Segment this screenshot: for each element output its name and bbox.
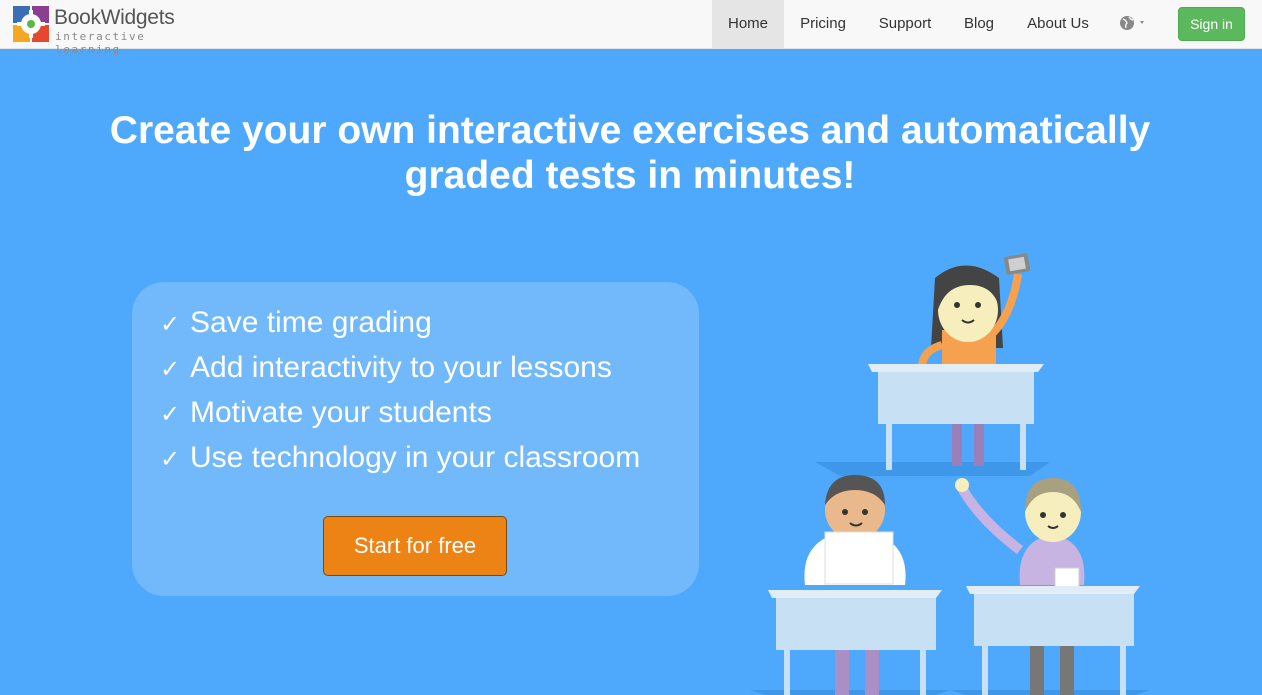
headline-line-2: graded tests in minutes! bbox=[404, 154, 856, 197]
checkmark-icon: ✓ bbox=[160, 401, 181, 428]
navbar: BookWidgets interactive learning Home Pr… bbox=[0, 0, 1262, 56]
feature-list: ✓ Save time grading ✓ Add interactivity to… bbox=[160, 304, 640, 484]
headline-line-1: Create your own interactive exercises an… bbox=[109, 109, 1151, 152]
language-dropdown[interactable] bbox=[1110, 0, 1156, 48]
nav-about-us[interactable]: About Us bbox=[1014, 0, 1102, 48]
nav-support[interactable]: Support bbox=[866, 0, 944, 48]
feature-item: ✓ Use technology in your classroom bbox=[160, 439, 640, 484]
classroom-illustration bbox=[750, 253, 1150, 695]
brand-logo[interactable]: BookWidgets interactive learning bbox=[12, 4, 202, 56]
feature-text: Use technology in your classroom bbox=[190, 441, 641, 474]
sign-in-button[interactable]: Sign in bbox=[1178, 7, 1245, 41]
hero-headline: Create your own interactive exercises an… bbox=[60, 108, 1200, 198]
checkmark-icon: ✓ bbox=[160, 356, 181, 383]
checkmark-icon: ✓ bbox=[160, 446, 181, 473]
feature-item: ✓ Motivate your students bbox=[160, 394, 640, 439]
student-girl bbox=[868, 253, 1044, 470]
start-for-free-button[interactable]: Start for free bbox=[323, 516, 507, 576]
feature-text: Save time grading bbox=[190, 306, 432, 339]
features-panel: ✓ Save time grading ✓ Add interactivity to… bbox=[132, 282, 699, 596]
feature-item: ✓ Add interactivity to your lessons bbox=[160, 349, 640, 394]
caret-down-icon bbox=[1140, 21, 1144, 24]
feature-text: Add interactivity to your lessons bbox=[190, 351, 612, 384]
globe-icon bbox=[1120, 16, 1144, 30]
nav-home[interactable]: Home bbox=[712, 0, 784, 48]
feature-text: Motivate your students bbox=[190, 396, 492, 429]
brand-name: BookWidgets bbox=[54, 6, 175, 29]
nav-blog[interactable]: Blog bbox=[952, 0, 1006, 48]
brand-tagline: interactive learning bbox=[55, 30, 146, 56]
checkmark-icon: ✓ bbox=[160, 311, 181, 338]
logo-gear-icon bbox=[13, 6, 49, 42]
nav-pricing[interactable]: Pricing bbox=[788, 0, 858, 48]
student-boy-right bbox=[955, 478, 1140, 695]
feature-item: ✓ Save time grading bbox=[160, 304, 640, 349]
student-boy-left bbox=[768, 475, 942, 695]
